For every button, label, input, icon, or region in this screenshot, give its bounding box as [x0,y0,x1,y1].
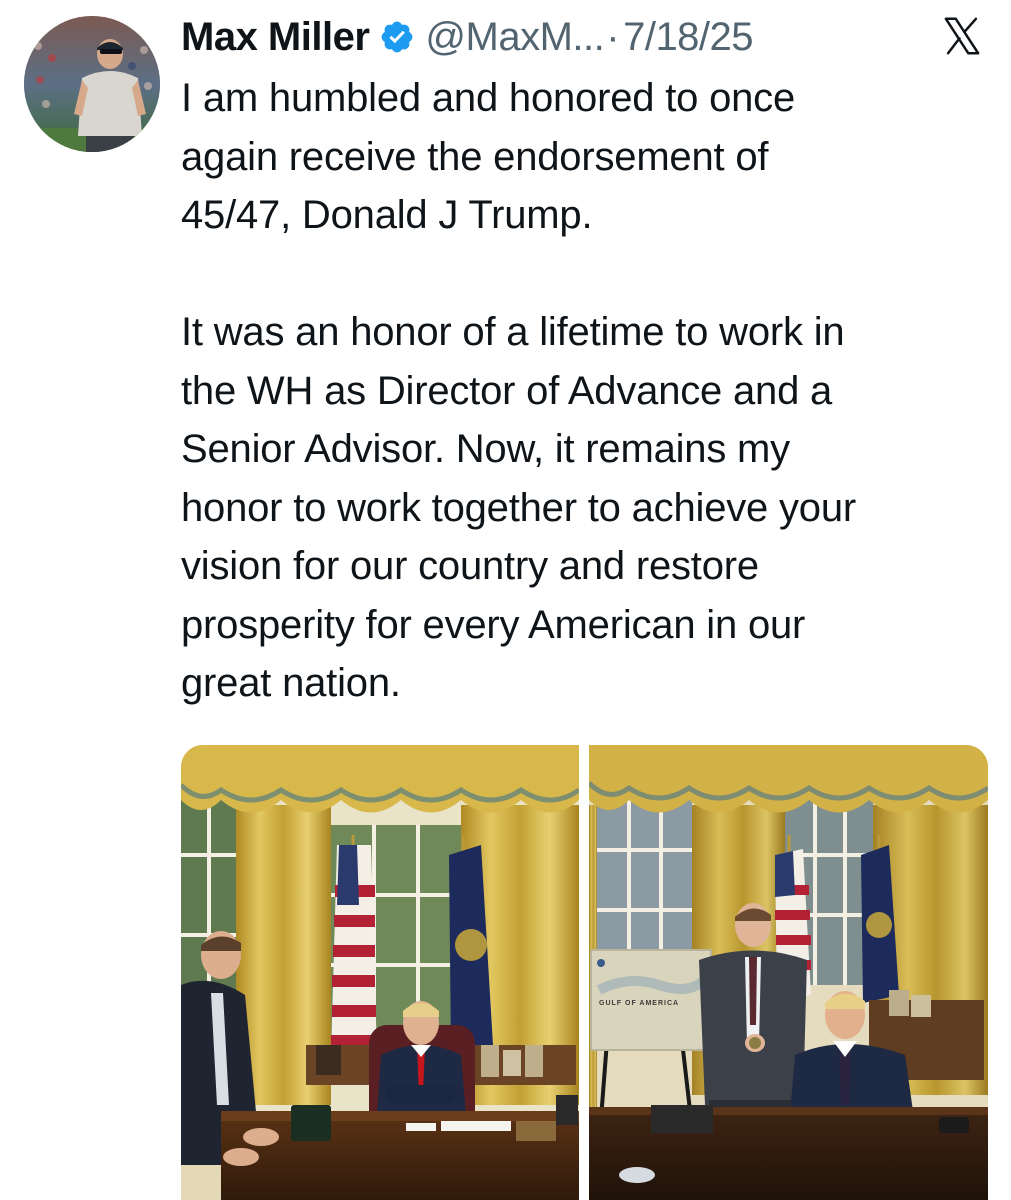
post-paragraph-2: It was an honor of a lifetime to work in… [181,303,991,713]
post-line: great nation. [181,661,401,705]
verified-badge-icon [382,21,413,53]
post-line: vision for our country and restore [181,544,759,588]
header-separator: · [606,14,620,59]
oval-office-photo-2: GULF OF AMERICA [589,745,988,1200]
media-gallery: GULF OF AMERICA [181,745,988,1200]
x-logo-icon[interactable] [940,14,984,58]
post-line: prosperity for every American in our [181,602,806,647]
post-paragraph-1: I am humbled and honored to once again r… [181,69,991,245]
author-handle[interactable]: @MaxM... [425,15,604,60]
post-line: again receive the endorsement of [181,134,769,179]
avatar-photo [24,16,160,152]
post-line: 45/47, Donald J Trump. [181,193,593,237]
post-body: I am humbled and honored to once again r… [181,69,991,713]
media-photo-1[interactable] [181,745,579,1200]
media-photo-2[interactable]: GULF OF AMERICA [589,745,988,1200]
tweet-card: Max Miller @MaxM... · 7/18/25 I am humbl… [0,0,1011,1200]
oval-office-photo-1 [181,745,579,1200]
post-line: It was an honor of a lifetime to work in [181,310,845,354]
tweet-header: Max Miller @MaxM... · 7/18/25 [181,10,754,64]
map-label: GULF OF AMERICA [599,1000,679,1007]
post-line: honor to work together to achieve your [181,485,857,530]
author-name[interactable]: Max Miller [181,15,370,60]
post-line: I am humbled and honored to once [181,76,796,120]
post-date[interactable]: 7/18/25 [623,15,753,60]
post-line: the WH as Director of Advance and a [181,368,833,413]
author-avatar[interactable] [24,16,160,152]
post-line: Senior Advisor. Now, it remains my [181,427,790,471]
